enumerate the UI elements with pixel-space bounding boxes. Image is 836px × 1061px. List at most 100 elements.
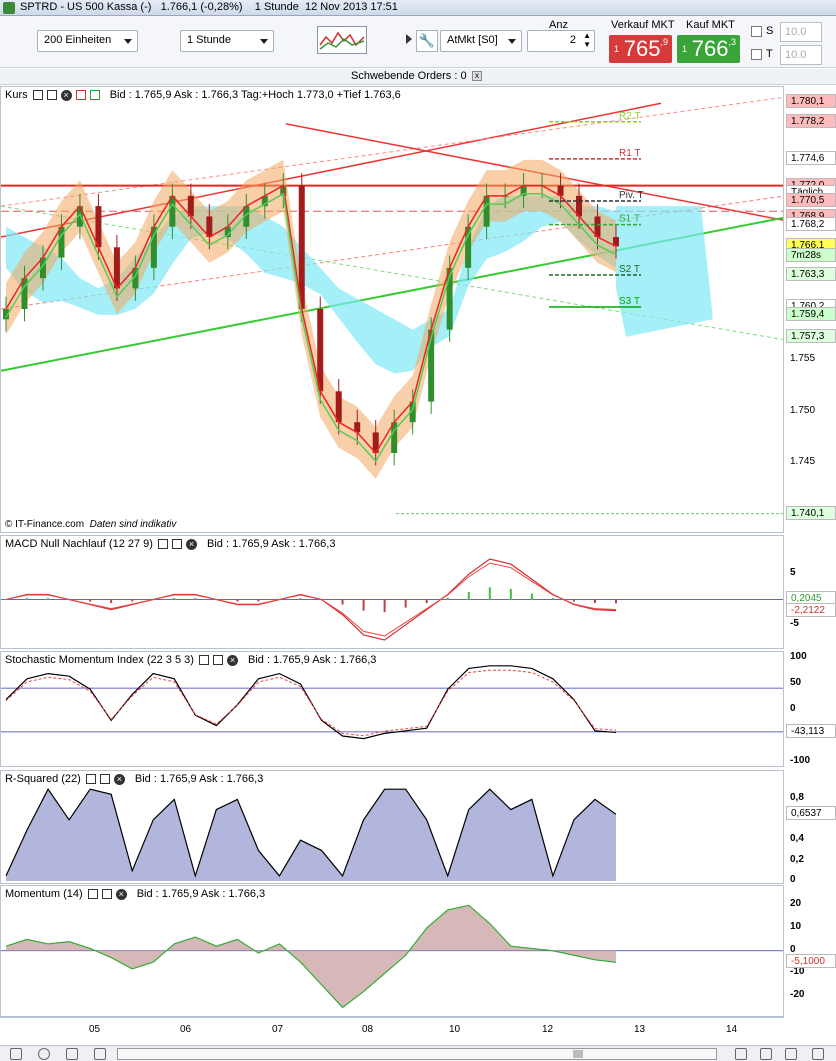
value-tag: -43,113 [786, 724, 836, 739]
histogram-bar [26, 598, 29, 601]
price-tag: 1.763,3 [786, 267, 836, 282]
histogram-bar [257, 599, 260, 602]
time-axis: 05 06 07 08 10 12 13 14 [0, 1017, 784, 1045]
wrench-icon[interactable]: 🔧 [416, 30, 438, 52]
x-tick: 10 [449, 1024, 461, 1035]
x-tick: 12 [542, 1024, 554, 1035]
window-icon[interactable] [213, 655, 223, 666]
histogram-bar [509, 588, 512, 601]
toolbar: 200 Einheiten 1 Stunde 🔧 AtMkt [S0] Anz … [0, 16, 836, 68]
sell-button[interactable]: 1 765,9 [609, 35, 672, 63]
collapse-arrow-icon[interactable] [406, 34, 412, 44]
window-title: SPTRD - US 500 Kassa (-) 1.766,1 (-0,28%… [20, 1, 398, 13]
momentum-panel[interactable]: Momentum (14) × Bid : 1.765,9 Ask : 1.766… [0, 885, 784, 1017]
sell-label: Verkauf MKT [611, 19, 675, 31]
window-icon[interactable] [99, 774, 110, 785]
macd-panel[interactable]: MACD Null Nachlauf (12 27 9) × Bid : 1.76… [0, 535, 784, 649]
indicator-chart-icon[interactable] [317, 26, 367, 54]
window-icon[interactable] [101, 889, 112, 900]
copyright-note: © IT-Finance.com Daten sind indikativ [5, 519, 177, 530]
stop-label: S [766, 25, 774, 37]
grid-icon[interactable] [66, 1048, 78, 1060]
order-type-select[interactable]: AtMkt [S0] [440, 30, 522, 52]
wrench-icon[interactable] [85, 774, 96, 785]
wrench-icon[interactable] [87, 889, 98, 900]
signal-line [5, 669, 617, 737]
wrench-icon[interactable] [32, 90, 43, 101]
price-tag: 7m28s [786, 247, 836, 262]
histogram-bar [110, 599, 113, 604]
buy-button[interactable]: 1 766,3 [677, 35, 740, 63]
y-tick: 10 [790, 921, 802, 933]
fit-icon[interactable] [785, 1048, 797, 1060]
y-tick: 5 [790, 567, 796, 579]
pivot-label: S3 T [619, 296, 640, 307]
zoom-out-icon[interactable] [760, 1048, 772, 1060]
stoch-chart[interactable] [1, 652, 784, 767]
pivot-label: S2 T [619, 264, 640, 275]
sell-arrow-icon[interactable] [75, 90, 86, 101]
stop-checkbox[interactable] [751, 26, 762, 37]
macd-axis: 50-50,2045-2,2122 [785, 535, 836, 649]
wrench-icon[interactable] [199, 655, 209, 666]
close-pending-icon[interactable]: x [472, 71, 482, 81]
histogram-bar [383, 599, 386, 613]
window-icon[interactable] [46, 90, 57, 101]
pivot-label: R2 T [619, 111, 641, 122]
price-tag: 1.757,3 [786, 328, 836, 343]
momentum-axis: 20 10 0 -10 -20 -5,1000 [785, 885, 836, 1017]
rsq-panel-header: R-Squared (22) × Bid : 1.765,9 Ask : 1.76… [5, 773, 264, 785]
rsq-chart[interactable] [1, 771, 784, 884]
scrollbar[interactable] [117, 1048, 717, 1060]
x-tick: 07 [272, 1024, 284, 1035]
wrench-icon[interactable] [158, 539, 169, 550]
close-icon[interactable]: × [227, 654, 238, 666]
histogram-bar [572, 599, 575, 602]
price-panel[interactable]: R2 T R1 T Piv. T S1 T S2 T S3 T Kurs × Bid : 1… [0, 86, 784, 533]
price-tag: 1.778,2 [786, 113, 836, 128]
stop-input[interactable]: 10.0 [780, 22, 822, 42]
x-tick: 08 [362, 1024, 374, 1035]
period-select[interactable]: 1 Stunde [180, 30, 274, 52]
histogram-bar [615, 599, 617, 604]
close-icon[interactable]: × [115, 888, 127, 900]
histogram-bar [488, 587, 491, 601]
price-chart[interactable]: R2 T R1 T Piv. T S1 T S2 T S3 T [1, 87, 784, 533]
price-tag: 1.774,6 [786, 150, 836, 165]
y-tick: 0 [790, 943, 796, 955]
y-tick: 0,8 [790, 792, 804, 804]
zoom-icon[interactable] [38, 1048, 50, 1060]
histogram-bar [425, 599, 428, 604]
close-icon[interactable]: × [186, 538, 198, 550]
pivot-label: Piv. T [619, 190, 644, 201]
target-checkbox[interactable] [751, 49, 762, 60]
x-tick: 05 [89, 1024, 101, 1035]
histogram-bar [236, 599, 239, 602]
histogram-bar [173, 598, 176, 601]
close-icon[interactable]: × [60, 89, 72, 101]
momentum-chart[interactable] [1, 886, 784, 1017]
buy-arrow-icon[interactable] [89, 90, 100, 101]
zoom-in-icon[interactable] [735, 1048, 747, 1060]
rsq-panel[interactable]: R-Squared (22) × Bid : 1.765,9 Ask : 1.76… [0, 770, 784, 884]
table-icon[interactable] [94, 1048, 106, 1060]
histogram-bar [47, 598, 50, 601]
close-icon[interactable]: × [113, 773, 125, 785]
target-input[interactable]: 10.0 [780, 45, 822, 65]
window-icon[interactable] [172, 539, 183, 550]
stoch-axis: 100500-50-100-43,113 [785, 651, 836, 767]
pending-orders-label[interactable]: Schwebende Orders : 0 [351, 70, 467, 82]
histogram-bar [194, 598, 197, 601]
units-select[interactable]: 200 Einheiten [37, 30, 138, 52]
value-tag: -2,2122 [786, 602, 836, 617]
histogram-bar [341, 599, 344, 605]
histogram-bar [446, 598, 449, 601]
x-tick: 13 [634, 1024, 646, 1035]
crosshair-icon[interactable] [10, 1048, 22, 1060]
settings-icon[interactable] [812, 1048, 824, 1060]
value-tag: 0,6537 [786, 806, 836, 821]
quantity-stepper[interactable]: 2 ▲ ▼ [527, 30, 595, 52]
macd-chart[interactable] [1, 536, 784, 649]
momentum-panel-header: Momentum (14) × Bid : 1.765,9 Ask : 1.766… [5, 888, 266, 900]
stoch-panel[interactable]: Stochastic Momentum Index (22 3 5 3) × Bi… [0, 651, 784, 767]
